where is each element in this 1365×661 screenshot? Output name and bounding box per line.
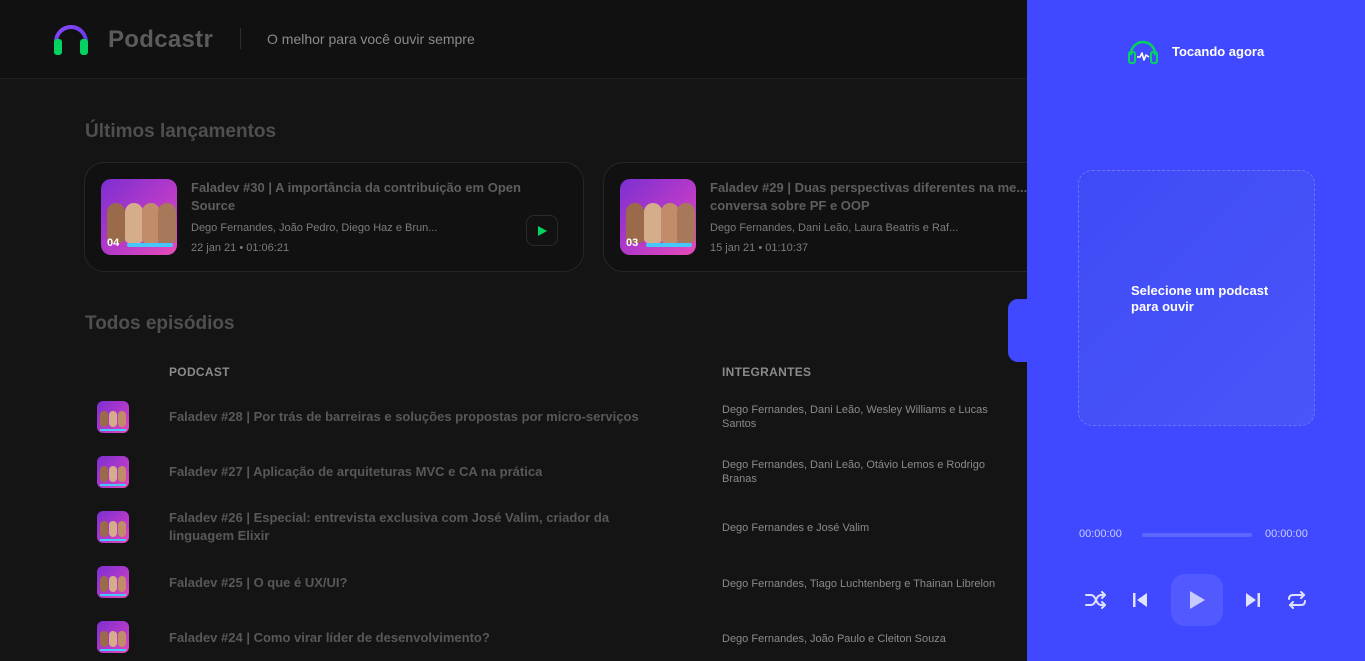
now-playing-label: Tocando agora [1172, 43, 1265, 59]
row-title[interactable]: Faladev #27 | Aplicação de arquiteturas … [169, 463, 639, 481]
tagline: O melhor para você ouvir sempre [267, 31, 475, 47]
row-title[interactable]: Faladev #28 | Por trás de barreiras e so… [169, 408, 639, 426]
table-row[interactable]: Faladev #28 | Por trás de barreiras e so… [0, 391, 1027, 441]
episode-meta: 22 jan 21 • 01:06:21 [191, 242, 290, 254]
skip-previous-icon [1133, 593, 1147, 607]
column-header-podcast: PODCAST [169, 365, 230, 379]
empty-player-box: Selecione um podcast para ouvir [1078, 170, 1315, 426]
table-row[interactable]: Faladev #25 | O que é UX/UI? Dego Fernan… [0, 557, 1027, 607]
play-button[interactable] [1171, 574, 1223, 626]
row-members: Dego Fernandes, Dani Leão, Otávio Lemos … [722, 459, 985, 485]
all-episodes-title: Todos episódios [85, 313, 235, 334]
headphones-icon [1128, 40, 1158, 64]
row-members: Dego Fernandes, Tiago Luchtenberg e Thai… [722, 578, 996, 590]
latest-episode-card[interactable]: 04 Faladev #30 | A importância da contri… [84, 162, 584, 272]
total-time: 00:00:00 [1265, 528, 1308, 540]
row-members: Dego Fernandes, João Paulo e Cleiton Sou… [722, 633, 946, 645]
app-name: Podcastr [108, 26, 214, 53]
table-row[interactable]: Faladev #24 | Como virar líder de desenv… [0, 612, 1027, 661]
episode-meta: 15 jan 21 • 01:10:37 [710, 242, 809, 254]
column-header-members: INTEGRANTES [722, 365, 812, 379]
podcastr-app: Podcastr O melhor para você ouvir sempre… [0, 0, 1365, 661]
now-playing-header: Tocando agora [1128, 38, 1264, 64]
current-time: 00:00:00 [1079, 528, 1122, 540]
table-row[interactable]: Faladev #27 | Aplicação de arquiteturas … [0, 446, 1027, 496]
headphones-icon [54, 25, 88, 55]
player-controls [1027, 574, 1365, 626]
empty-player-message: Selecione um podcast para ouvir [1131, 283, 1269, 314]
episode-date: 15 jan 21 [710, 242, 756, 254]
skip-next-icon [1246, 593, 1260, 607]
row-thumbnail[interactable] [97, 511, 129, 543]
episode-title[interactable]: Faladev #29 | Duas perspectivas diferent… [710, 179, 1027, 215]
episode-members: Dego Fernandes, João Pedro, Diego Haz e … [191, 222, 438, 234]
row-thumbnail[interactable] [97, 401, 129, 433]
row-thumbnail[interactable] [97, 621, 129, 653]
episode-members: Dego Fernandes, Dani Leão, Laura Beatris… [710, 222, 959, 234]
episode-title[interactable]: Faladev #30 | A importância da contribui… [191, 179, 561, 215]
header-divider [240, 28, 241, 49]
header: Podcastr O melhor para você ouvir sempre [0, 0, 1027, 79]
play-icon [538, 225, 547, 236]
latest-section-title: Últimos lançamentos [85, 121, 277, 142]
row-thumbnail[interactable] [97, 456, 129, 488]
shuffle-button[interactable] [1083, 574, 1109, 626]
row-title[interactable]: Faladev #24 | Como virar líder de desenv… [169, 629, 639, 647]
play-episode-button[interactable] [526, 215, 558, 246]
episode-duration: 01:06:21 [246, 242, 290, 254]
player-panel: Tocando agora Selecione um podcast para … [1027, 0, 1365, 661]
row-members: Dego Fernandes, Dani Leão, Wesley Willia… [722, 404, 988, 430]
previous-button[interactable] [1128, 574, 1152, 626]
episode-date: 22 jan 21 [191, 242, 237, 254]
shuffle-icon [1085, 591, 1106, 609]
episode-duration: 01:10:37 [765, 242, 809, 254]
episode-badge: 04 [107, 237, 120, 249]
episode-thumbnail[interactable]: 04 [101, 179, 177, 255]
play-icon [1190, 591, 1205, 609]
repeat-icon [1288, 591, 1306, 609]
episode-thumbnail[interactable]: 03 [620, 179, 696, 255]
episode-badge: 03 [626, 237, 639, 249]
repeat-button[interactable] [1284, 574, 1310, 626]
row-title[interactable]: Faladev #26 | Especial: entrevista exclu… [169, 509, 639, 545]
main-content: Últimos lançamentos 04 Faladev #30 | A i… [0, 80, 1027, 661]
latest-episode-card[interactable]: 03 Faladev #29 | Duas perspectivas difer… [603, 162, 1027, 272]
row-members: Dego Fernandes e José Valim [722, 522, 870, 534]
progress-slider[interactable] [1142, 533, 1252, 537]
row-thumbnail[interactable] [97, 566, 129, 598]
table-row[interactable]: Faladev #26 | Especial: entrevista exclu… [0, 501, 1027, 551]
row-title[interactable]: Faladev #25 | O que é UX/UI? [169, 574, 639, 592]
next-button[interactable] [1241, 574, 1265, 626]
